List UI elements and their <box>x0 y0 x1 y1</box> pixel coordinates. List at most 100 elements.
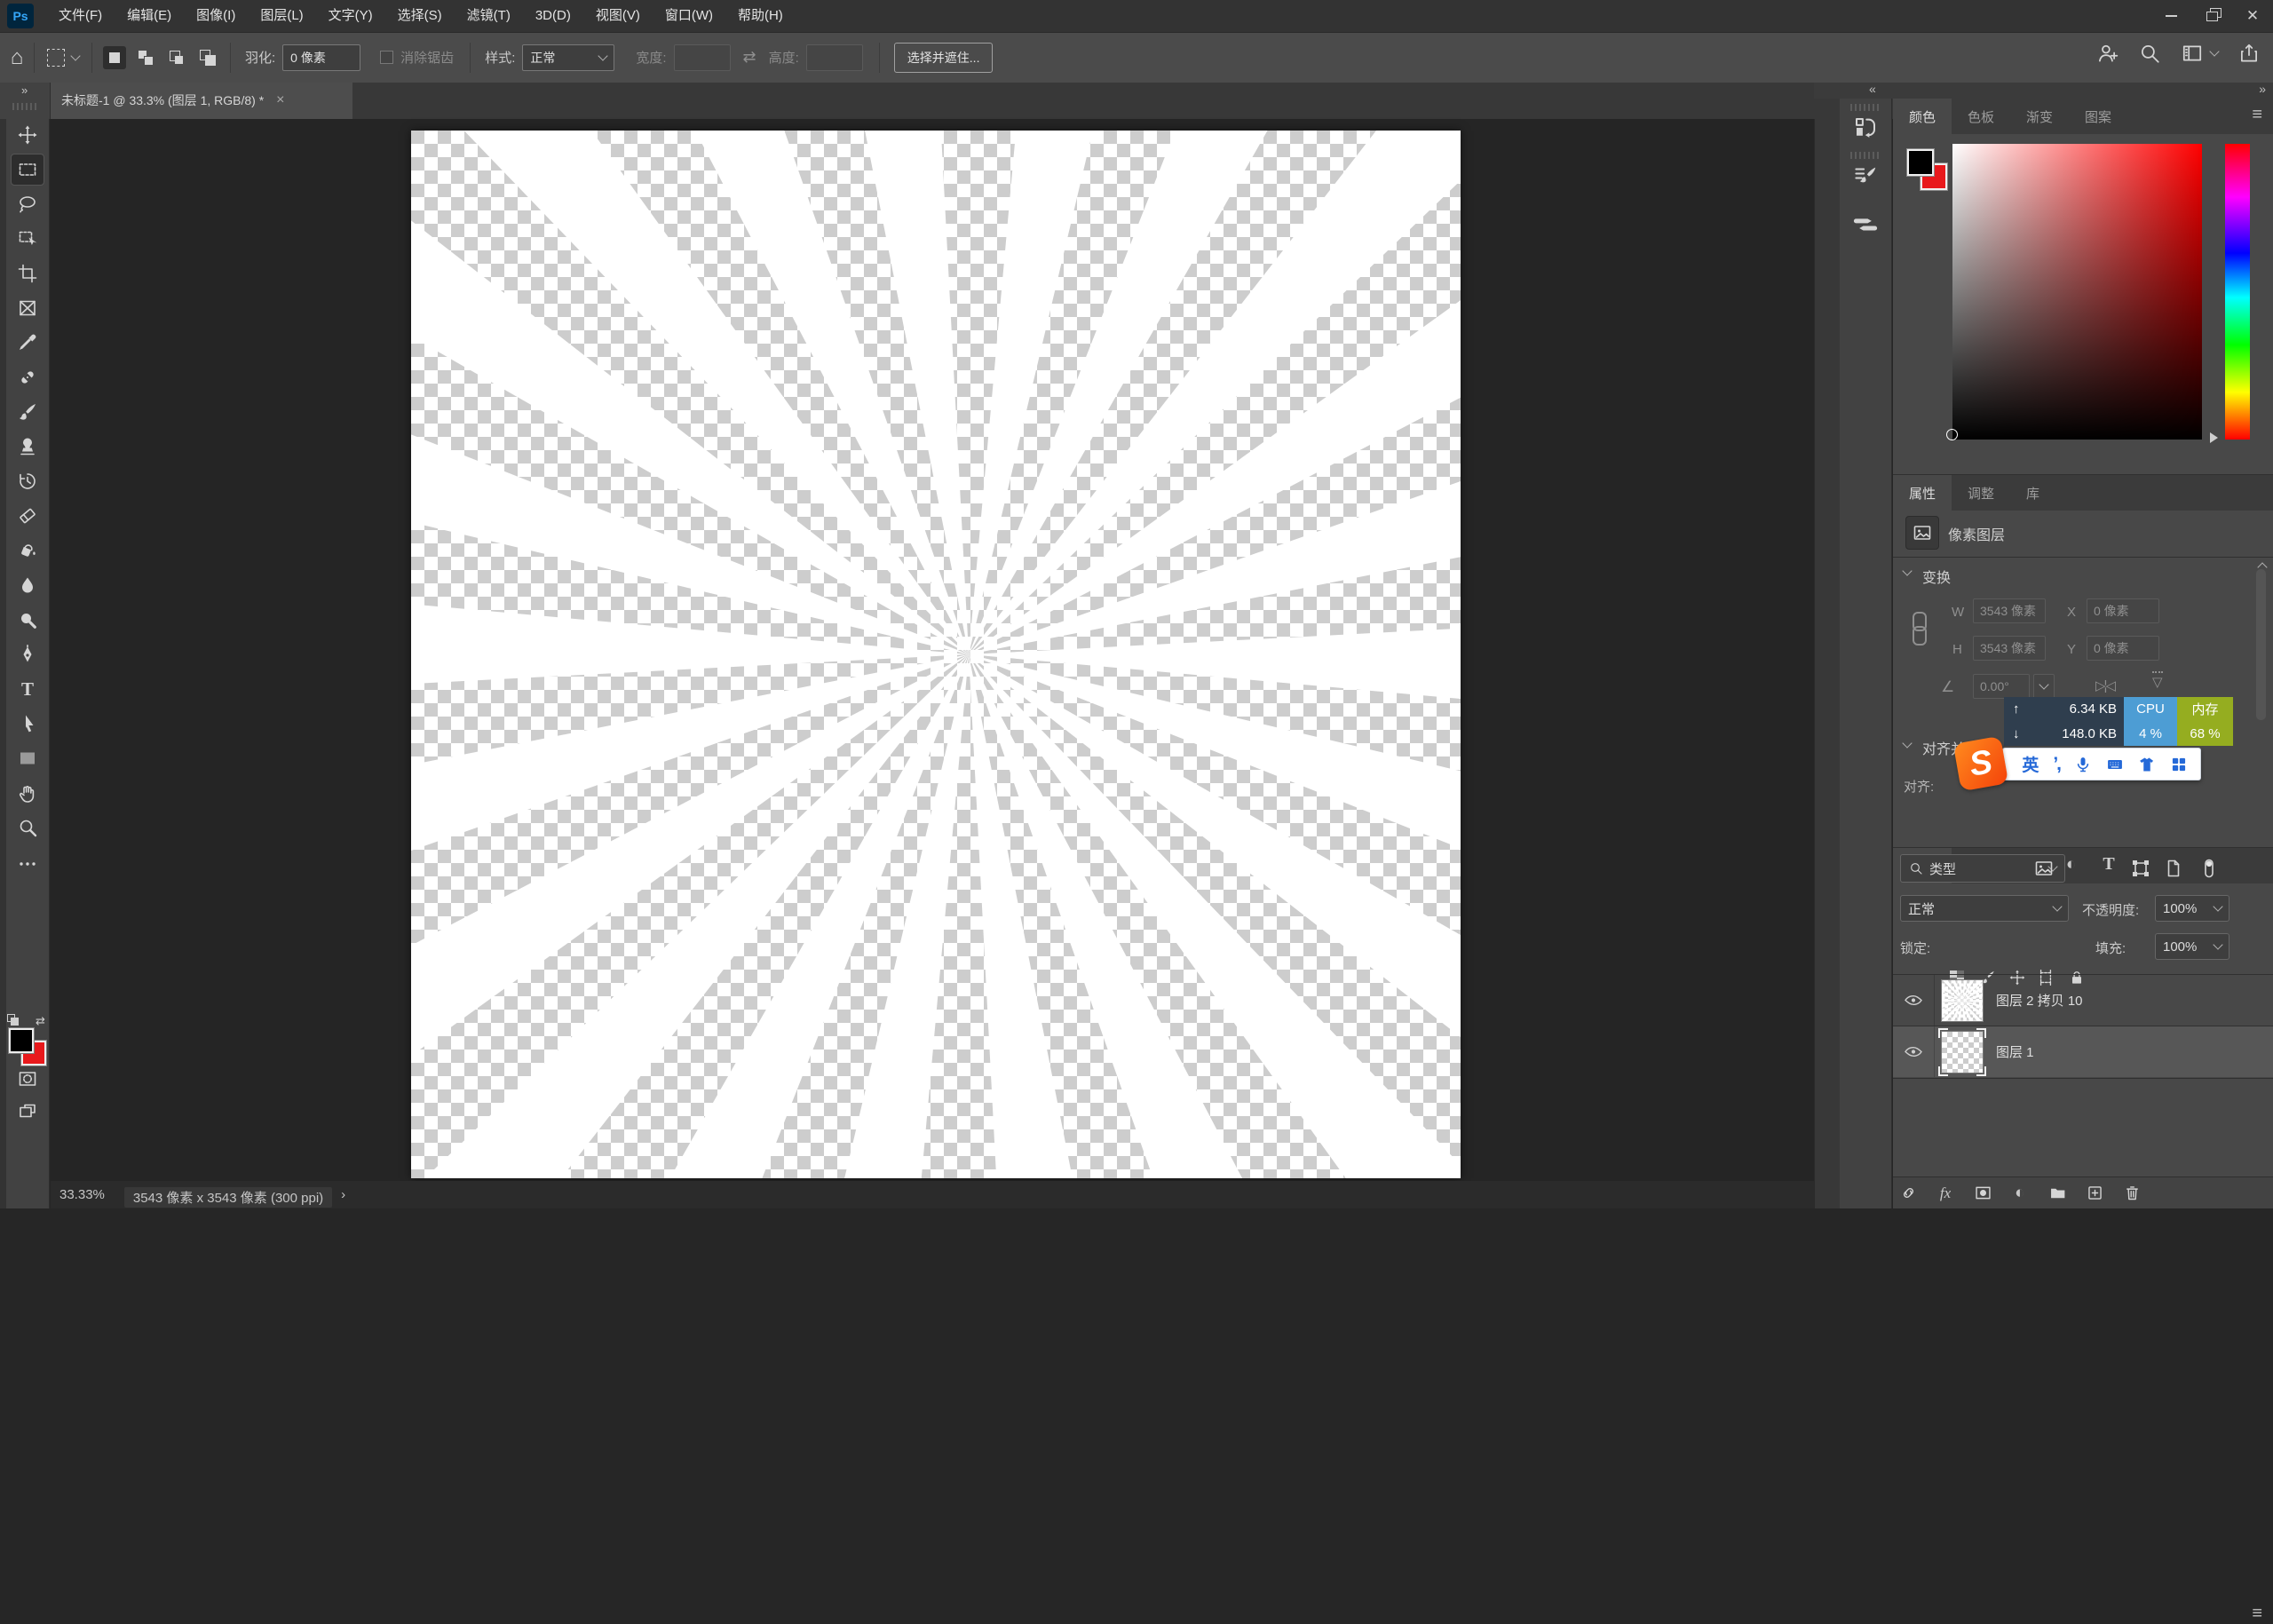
menu-filter[interactable]: 滤镜(T) <box>455 0 523 32</box>
layer-row-selected[interactable]: 图层 1 <box>1893 1026 2273 1077</box>
collapse-dock-button[interactable]: « <box>1869 82 1876 96</box>
account-share-icon[interactable] <box>2095 42 2119 65</box>
zoom-level[interactable]: 33.33% <box>59 1187 105 1202</box>
new-group-icon[interactable] <box>2047 1184 2067 1203</box>
width-field[interactable] <box>1973 598 2046 623</box>
object-selection-tool[interactable] <box>12 224 44 254</box>
link-dimensions-icon[interactable] <box>1913 612 1927 646</box>
menu-help[interactable]: 帮助(H) <box>725 0 796 32</box>
restore-button[interactable] <box>2191 0 2232 32</box>
foreground-color-swatch[interactable] <box>1906 148 1935 177</box>
height-input[interactable] <box>805 44 863 71</box>
tab-libraries[interactable]: 库 <box>2010 475 2055 511</box>
layer-name[interactable]: 图层 1 <box>1996 1042 2034 1061</box>
new-selection-button[interactable] <box>103 45 126 69</box>
blur-tool[interactable] <box>12 570 44 600</box>
brush-settings-panel-icon[interactable] <box>1852 162 1879 189</box>
dodge-tool[interactable] <box>12 605 44 635</box>
tab-gradients[interactable]: 渐变 <box>2010 99 2069 134</box>
skew-icon[interactable]: ▽ <box>2152 671 2163 690</box>
eyedropper-tool[interactable] <box>12 328 44 358</box>
tool-preset-picker[interactable] <box>35 48 91 67</box>
frame-tool[interactable] <box>12 293 44 323</box>
tab-color[interactable]: 颜色 <box>1893 99 1952 134</box>
angle-dropdown[interactable] <box>2033 674 2055 699</box>
filter-pixel-layers-icon[interactable] <box>2033 858 2055 879</box>
intersect-selection-button[interactable] <box>196 46 219 69</box>
minimize-button[interactable] <box>2150 0 2191 32</box>
document-close-icon[interactable]: × <box>276 92 284 108</box>
link-layers-icon[interactable] <box>1898 1184 1918 1203</box>
collapse-align-icon[interactable] <box>1902 738 1913 749</box>
collapse-transform-icon[interactable] <box>1902 566 1913 576</box>
document-tab[interactable]: 未标题-1 @ 33.3% (图层 1, RGB/8) * × <box>51 82 352 119</box>
add-layer-mask-icon[interactable] <box>1973 1184 1992 1203</box>
move-tool[interactable] <box>12 120 44 150</box>
home-button[interactable]: ⌂ <box>0 45 34 70</box>
style-dropdown[interactable]: 正常 <box>522 44 615 71</box>
blend-mode-dropdown[interactable]: 正常 <box>1900 895 2069 922</box>
tab-adjustments[interactable]: 调整 <box>1952 475 2010 511</box>
layer-style-icon[interactable]: fx <box>1936 1184 1955 1203</box>
color-picker-ring[interactable] <box>1946 429 1958 440</box>
subtract-from-selection-button[interactable] <box>165 46 188 69</box>
spot-healing-brush-tool[interactable] <box>12 362 44 392</box>
hue-slider[interactable] <box>2225 144 2250 440</box>
menu-view[interactable]: 视图(V) <box>583 0 653 32</box>
screen-mode-button[interactable] <box>12 1097 44 1127</box>
sogou-ime-logo[interactable]: S <box>1952 735 2009 792</box>
delete-layer-icon[interactable] <box>2122 1184 2142 1203</box>
default-colors-icon[interactable] <box>7 1014 19 1026</box>
paint-bucket-tool[interactable] <box>12 535 44 566</box>
type-tool[interactable]: T <box>12 674 44 704</box>
panel-menu-icon[interactable]: ≡ <box>2252 105 2262 125</box>
layer-thumbnail[interactable] <box>1938 1027 1986 1076</box>
edit-toolbar-button[interactable] <box>12 849 44 879</box>
width-input[interactable] <box>673 44 731 71</box>
angle-field[interactable] <box>1973 674 2030 699</box>
height-field[interactable] <box>1973 636 2046 661</box>
add-to-selection-button[interactable] <box>134 46 157 69</box>
menu-layer[interactable]: 图层(L) <box>248 0 315 32</box>
tab-swatches[interactable]: 色板 <box>1952 99 2010 134</box>
feather-input[interactable] <box>282 44 361 71</box>
filter-type-layers-icon[interactable]: T <box>2098 854 2119 875</box>
brushes-panel-icon[interactable] <box>1852 210 1879 237</box>
quick-mask-button[interactable] <box>12 1064 44 1094</box>
zoom-tool[interactable] <box>12 812 44 843</box>
microphone-icon[interactable] <box>2074 756 2092 773</box>
select-and-mask-button[interactable]: 选择并遮住... <box>893 42 994 73</box>
panel-menu-icon[interactable]: ≡ <box>2252 1604 2262 1624</box>
brush-tool[interactable] <box>12 397 44 427</box>
lasso-tool[interactable] <box>12 189 44 219</box>
pasteboard[interactable]: 33.33% 3543 像素 x 3543 像素 (300 ppi) › <box>51 119 1814 1208</box>
toolbar-expand-button[interactable]: » <box>21 83 28 97</box>
fill-dropdown[interactable]: 100% <box>2155 933 2229 960</box>
swap-width-height-icon[interactable]: ⇄ <box>743 48 756 67</box>
rectangular-marquee-tool[interactable] <box>11 154 44 186</box>
menu-window[interactable]: 窗口(W) <box>653 0 725 32</box>
punctuation-icon[interactable]: ’, <box>2053 754 2062 775</box>
layer-row[interactable]: 图层 2 拷贝 10 <box>1893 964 2273 1036</box>
saturation-brightness-field[interactable] <box>1952 144 2202 440</box>
x-field[interactable] <box>2087 598 2159 623</box>
layer-name[interactable]: 图层 2 拷贝 10 <box>1996 991 2083 1010</box>
properties-scrollbar[interactable] <box>2256 569 2266 720</box>
menu-3d[interactable]: 3D(D) <box>523 0 583 32</box>
layer-filter-toggle[interactable] <box>2198 858 2220 879</box>
keyboard-icon[interactable] <box>2106 756 2124 773</box>
layer-visibility-toggle[interactable] <box>1893 994 1934 1007</box>
tab-properties[interactable]: 属性 <box>1893 475 1952 511</box>
close-button[interactable]: ✕ <box>2232 0 2273 32</box>
foreground-color-swatch[interactable] <box>8 1027 35 1054</box>
new-adjustment-layer-icon[interactable]: ◐ <box>2010 1184 2030 1203</box>
flip-horizontal-icon[interactable]: ▷¦◁ <box>2095 677 2116 693</box>
history-panel-icon[interactable] <box>1852 115 1879 141</box>
swap-colors-icon[interactable]: ⇄ <box>36 1014 45 1028</box>
opacity-dropdown[interactable]: 100% <box>2155 895 2229 922</box>
crop-tool[interactable] <box>12 258 44 289</box>
eraser-tool[interactable] <box>12 501 44 531</box>
hand-tool[interactable] <box>12 778 44 808</box>
menu-file[interactable]: 文件(F) <box>46 0 115 32</box>
ime-language-toggle[interactable]: 英 <box>2022 752 2039 776</box>
